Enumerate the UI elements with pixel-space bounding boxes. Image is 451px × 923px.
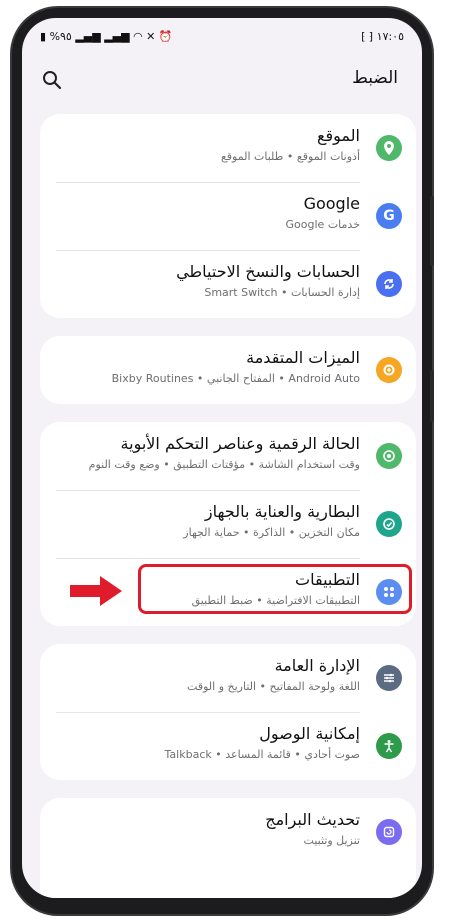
item-title: إمكانية الوصول: [259, 724, 360, 743]
google-icon: G: [376, 203, 402, 229]
page-title: الضبط: [352, 68, 398, 88]
settings-item-google[interactable]: G Google خدمات Google: [40, 182, 416, 250]
search-icon[interactable]: [42, 70, 62, 90]
sync-icon: [376, 271, 402, 297]
status-time: ⁅ ⁆ ١٧:٠٥: [361, 30, 404, 43]
accessibility-icon: [376, 733, 402, 759]
item-title: الإدارة العامة: [274, 656, 360, 675]
item-title: الميزات المتقدمة: [246, 348, 360, 367]
item-subtitle: مكان التخزين • الذاكرة • حماية الجهاز: [183, 526, 360, 539]
settings-item-software-update[interactable]: تحديث البرامج تنزيل وتثبيت: [40, 798, 416, 866]
settings-item-battery-device-care[interactable]: البطارية والعناية بالجهاز مكان التخزين •…: [40, 490, 416, 558]
item-title: Google: [303, 194, 360, 213]
settings-item-digital-wellbeing[interactable]: الحالة الرقمية وعناصر التحكم الأبوية وقت…: [40, 422, 416, 490]
item-subtitle: أذونات الموقع • طلبات الموقع: [220, 150, 360, 163]
settings-item-location[interactable]: الموقع أذونات الموقع • طلبات الموقع: [40, 114, 416, 182]
settings-screen: ▮ %٩٥ ▂▄▆ ▂▄▆ ◠ ✕ ⏰ ⁅ ⁆ ١٧:٠٥ الضبط المو…: [22, 18, 422, 898]
volume-button: [430, 196, 434, 266]
settings-item-advanced-features[interactable]: الميزات المتقدمة Android Auto • المفتاح …: [40, 336, 416, 404]
item-subtitle: تنزيل وتثبيت: [303, 834, 360, 847]
item-subtitle: خدمات Google: [285, 218, 360, 231]
red-arrow-icon: [70, 576, 122, 606]
settings-group-1: الموقع أذونات الموقع • طلبات الموقع G Go…: [40, 114, 416, 318]
item-subtitle: Android Auto • المفتاح الجانبي • Bixby R…: [111, 372, 360, 385]
item-title: تحديث البرامج: [265, 810, 360, 829]
item-subtitle: صوت أحادي • قائمة المساعد • Talkback: [164, 748, 360, 761]
item-title: الموقع: [317, 126, 360, 145]
item-subtitle: وقت استخدام الشاشة • مؤقتات التطبيق • وض…: [88, 458, 360, 471]
settings-group-4: الإدارة العامة اللغة ولوحة المفاتيح • ال…: [40, 644, 416, 780]
location-pin-icon: [376, 135, 402, 161]
device-care-icon: [376, 511, 402, 537]
power-button: [430, 370, 434, 422]
apps-highlight-box: [138, 564, 412, 614]
settings-item-general-management[interactable]: الإدارة العامة اللغة ولوحة المفاتيح • ال…: [40, 644, 416, 712]
settings-item-accounts-backup[interactable]: الحسابات والنسخ الاحتياطي إدارة الحسابات…: [40, 250, 416, 318]
software-update-icon: [376, 819, 402, 845]
sliders-icon: [376, 665, 402, 691]
status-bar: ▮ %٩٥ ▂▄▆ ▂▄▆ ◠ ✕ ⏰ ⁅ ⁆ ١٧:٠٥: [22, 28, 422, 48]
item-title: الحالة الرقمية وعناصر التحكم الأبوية: [120, 434, 360, 453]
header: الضبط: [22, 66, 422, 102]
settings-group-5: تحديث البرامج تنزيل وتثبيت: [40, 798, 416, 898]
item-title: الحسابات والنسخ الاحتياطي: [176, 262, 360, 281]
gear-plus-icon: [376, 357, 402, 383]
settings-item-accessibility[interactable]: إمكانية الوصول صوت أحادي • قائمة المساعد…: [40, 712, 416, 780]
item-subtitle: إدارة الحسابات • Smart Switch: [204, 286, 360, 299]
digital-wellbeing-icon: [376, 443, 402, 469]
item-subtitle: اللغة ولوحة المفاتيح • التاريخ و الوقت: [187, 680, 360, 693]
item-title: البطارية والعناية بالجهاز: [204, 502, 360, 521]
settings-group-2: الميزات المتقدمة Android Auto • المفتاح …: [40, 336, 416, 404]
status-icons: ▮ %٩٥ ▂▄▆ ▂▄▆ ◠ ✕ ⏰: [40, 30, 173, 43]
